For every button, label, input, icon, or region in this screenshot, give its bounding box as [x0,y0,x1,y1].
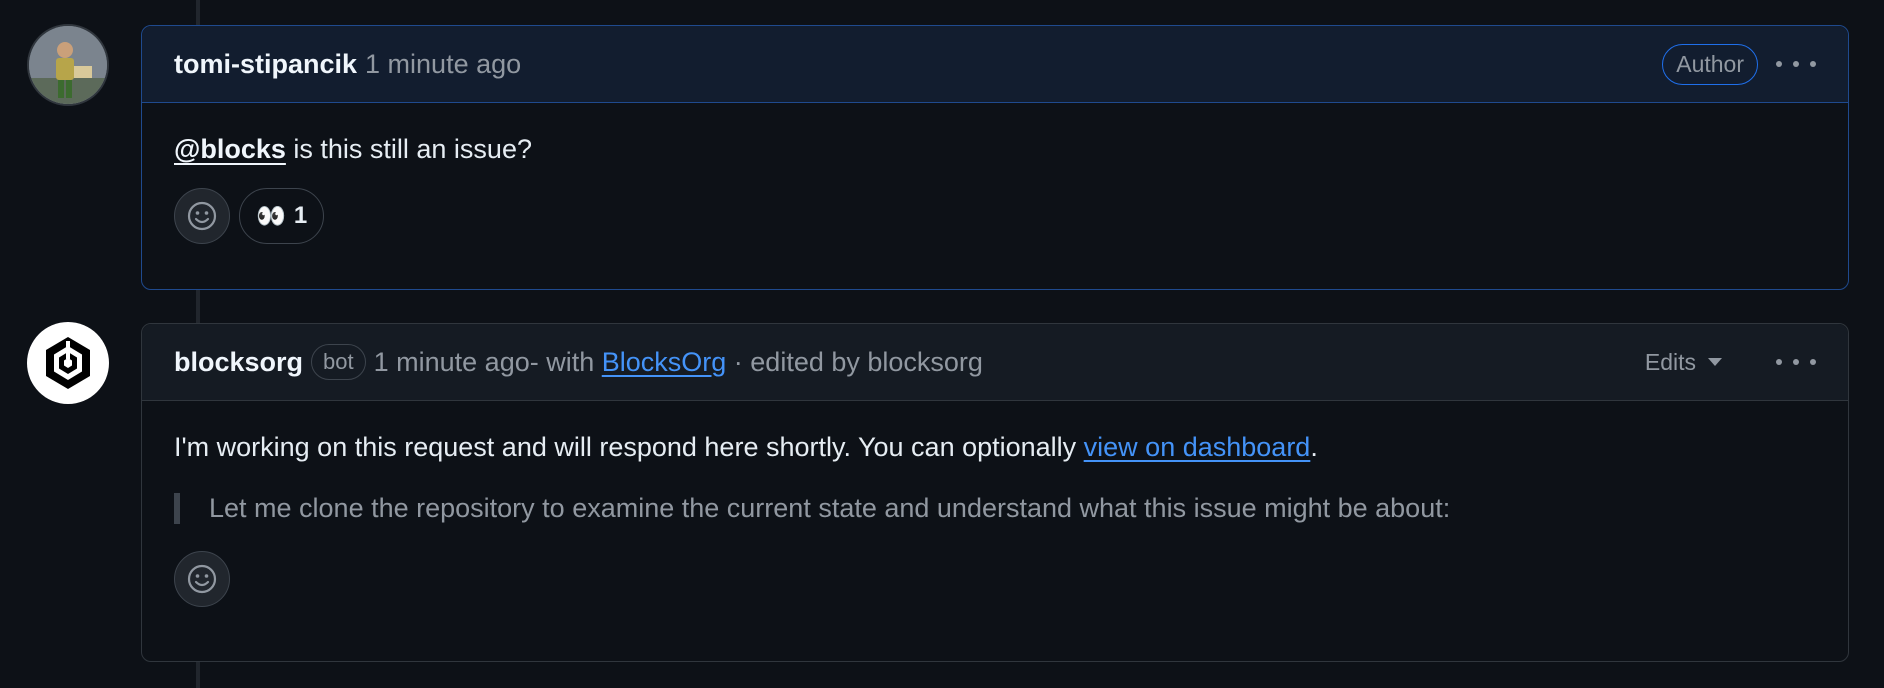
dashboard-link[interactable]: view on dashboard [1084,432,1311,462]
user-mention[interactable]: @blocks [174,134,286,164]
app-link[interactable]: BlocksOrg [602,347,727,378]
eyes-emoji-icon: 👀 [256,202,286,230]
comment-timestamp[interactable]: 1 minute ago [374,347,530,378]
edits-label: Edits [1644,348,1696,375]
comment-card: tomi-stipancik 1 minute ago Author @bloc… [141,25,1849,290]
reactions-bar [174,551,1816,607]
add-reaction-button[interactable] [174,551,230,607]
author-badge: Author [1662,43,1758,85]
avatar[interactable] [27,24,109,106]
comment-author[interactable]: blocksorg [174,347,303,378]
smiley-icon [187,201,217,231]
comment-body: I'm working on this request and will res… [142,432,1848,607]
comment-text: is this still an issue? [285,134,532,164]
kebab-horizontal-icon[interactable] [1776,359,1816,365]
kebab-horizontal-icon[interactable] [1776,61,1816,67]
blocks-logo-icon [46,337,90,389]
add-reaction-button[interactable] [174,188,230,244]
quote-text: Let me clone the repository to examine t… [209,493,1451,523]
comment-header: blocksorg bot 1 minute ago - with Blocks… [142,324,1848,401]
triangle-down-icon [1708,358,1722,366]
comment-timestamp[interactable]: 1 minute ago [365,49,521,80]
bot-avatar[interactable] [27,322,109,404]
smiley-icon [187,564,217,594]
with-app-prefix: - with [529,346,602,377]
comment-text: I'm working on this request and will res… [174,432,1084,462]
comment-header: tomi-stipancik 1 minute ago Author [142,26,1848,103]
reactions-bar: 👀 1 [174,188,1816,244]
bot-badge: bot [311,344,366,380]
reaction-count: 1 [293,202,308,229]
comment-body: @blocks is this still an issue? 👀 1 [142,134,1848,244]
blockquote: Let me clone the repository to examine t… [174,493,1816,524]
reaction-eyes[interactable]: 👀 1 [239,188,325,244]
edits-dropdown[interactable]: Edits [1645,349,1722,376]
comment-card: blocksorg bot 1 minute ago - with Blocks… [141,323,1849,662]
comment-text-end: . [1310,432,1318,462]
edited-by-text: · edited by blocksorg [726,346,983,377]
comment-author[interactable]: tomi-stipancik [174,49,357,80]
